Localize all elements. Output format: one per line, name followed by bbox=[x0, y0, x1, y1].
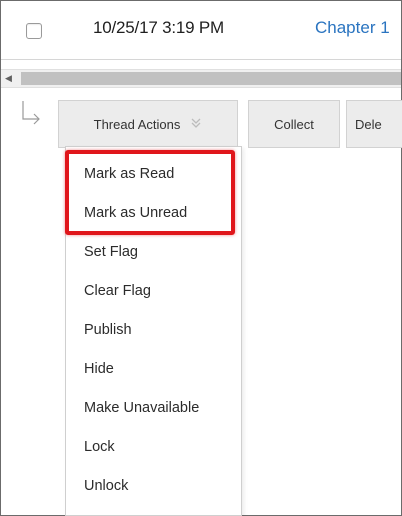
menu-item-lock[interactable]: Lock bbox=[84, 439, 115, 455]
thread-row: 10/25/17 3:19 PM Chapter 1 bbox=[1, 1, 401, 60]
menu-item-make-unavailable[interactable]: Make Unavailable bbox=[84, 400, 199, 416]
menu-item-publish[interactable]: Publish bbox=[84, 322, 132, 338]
menu-item-hide[interactable]: Hide bbox=[84, 361, 114, 377]
menu-item-set-flag[interactable]: Set Flag bbox=[84, 244, 138, 260]
post-date: 10/25/17 3:19 PM bbox=[93, 18, 225, 37]
horizontal-scrollbar[interactable]: ◀ bbox=[1, 69, 401, 88]
scroll-left-icon[interactable]: ◀ bbox=[1, 70, 16, 87]
discussion-panel: 10/25/17 3:19 PM Chapter 1 ◀ Thread Acti… bbox=[0, 0, 402, 516]
collect-button[interactable]: Collect bbox=[248, 100, 340, 148]
scrollbar-thumb[interactable] bbox=[21, 72, 401, 85]
menu-item-unlock[interactable]: Unlock bbox=[84, 478, 128, 494]
reply-arrow-icon bbox=[22, 101, 40, 125]
thread-actions-label: Thread Actions bbox=[93, 116, 181, 132]
chapter-link[interactable]: Chapter 1 bbox=[315, 18, 390, 38]
menu-item-clear-flag[interactable]: Clear Flag bbox=[84, 283, 151, 299]
delete-button[interactable]: Dele bbox=[346, 100, 402, 148]
highlight-box bbox=[65, 150, 235, 235]
thread-actions-button[interactable]: Thread Actions bbox=[58, 100, 238, 148]
row-select-checkbox[interactable] bbox=[26, 23, 42, 39]
double-chevron-down-icon bbox=[190, 117, 202, 132]
